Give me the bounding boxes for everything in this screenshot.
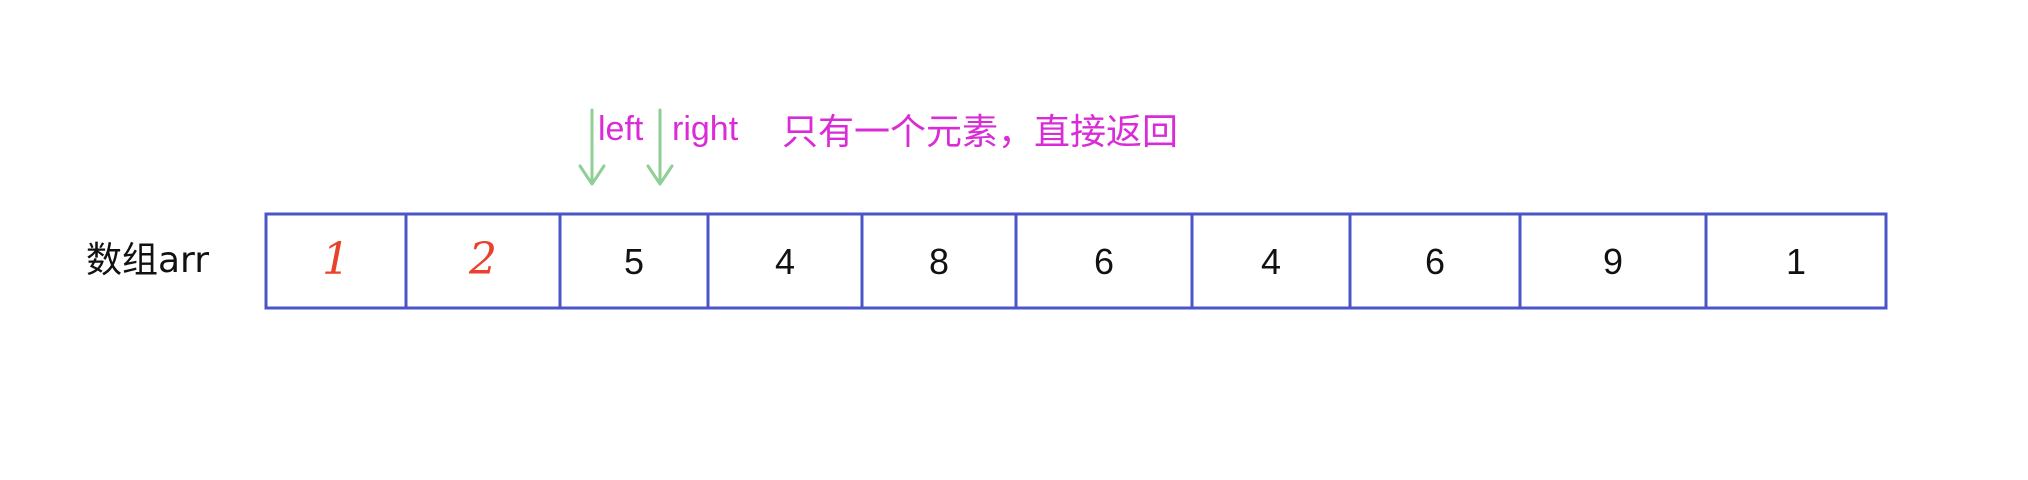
note-text: 只有一个元素，直接返回 [782,112,1178,153]
left-pointer-label: left [598,110,644,148]
array-cell-value-4: 8 [929,241,949,282]
right-pointer-arrow-icon [646,108,674,186]
array-cell-value-5: 6 [1094,241,1114,282]
array-cell-value-8: 9 [1603,241,1623,282]
array-cell-value-2: 5 [624,241,644,282]
array-label: 数组arr [86,240,209,281]
array-cell-value-9: 1 [1786,241,1806,282]
pointer-left: left [578,108,644,186]
pointer-right: right [646,108,739,186]
array-cell-value-1: 2 [468,234,497,285]
array-cell-value-0: 1 [322,234,350,285]
array-diagram: 数组arr 1 2 5 4 8 6 4 6 9 1 left right 只有一个元素，直接返回 [86,108,1888,310]
array-cell-value-6: 4 [1261,241,1281,282]
array-cell-value-7: 6 [1425,241,1445,282]
right-pointer-label: right [672,110,739,148]
array-cell-value-3: 4 [775,241,795,282]
array-cells: 1 2 5 4 8 6 4 6 9 1 [264,212,1888,310]
